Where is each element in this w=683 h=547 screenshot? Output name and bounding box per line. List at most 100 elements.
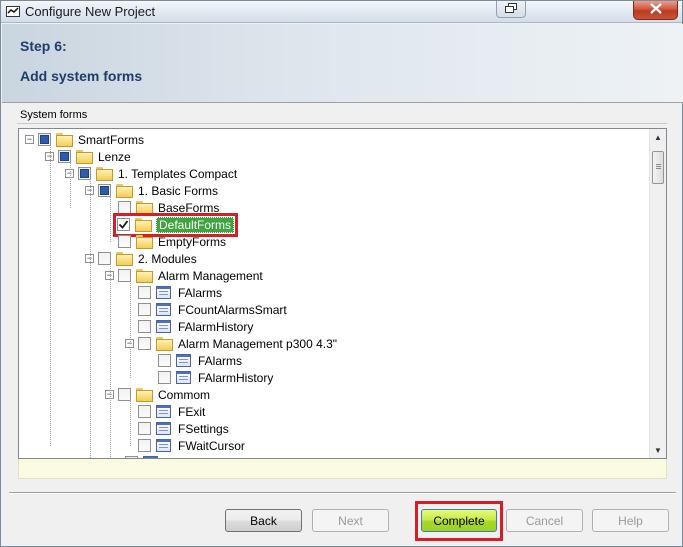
scroll-thumb[interactable] bbox=[652, 151, 664, 184]
tree-checkbox[interactable] bbox=[138, 439, 151, 452]
scroll-down-icon[interactable]: ▼ bbox=[650, 442, 666, 458]
window-title: Configure New Project bbox=[25, 4, 156, 19]
tree-node-label: 1. Basic Forms bbox=[138, 183, 219, 198]
tree-node-label: 1. Templates Compact bbox=[118, 166, 238, 181]
folder-icon bbox=[136, 388, 153, 402]
step-title: Step 6: bbox=[20, 38, 67, 54]
form-icon bbox=[156, 303, 171, 316]
tree-guide-line bbox=[130, 349, 131, 378]
tree-node-label: FAlarmHistory bbox=[198, 370, 274, 385]
cancel-button[interactable]: Cancel bbox=[506, 509, 583, 532]
tree-node-label: 2. Modules bbox=[138, 251, 197, 266]
folder-open-icon bbox=[135, 218, 152, 232]
tree-node[interactable]: FSettings bbox=[125, 420, 230, 437]
tree-checkbox[interactable] bbox=[138, 405, 151, 418]
tree-node[interactable]: −1. Basic Forms bbox=[85, 182, 219, 199]
tree-node-label: FCountAlarmsSmart bbox=[178, 302, 287, 317]
tree-node[interactable]: FAlarmHistory bbox=[145, 369, 274, 386]
tree-checkbox[interactable] bbox=[125, 456, 138, 458]
tree-node[interactable]: FCountAlarmsSmart bbox=[125, 301, 288, 318]
tree-node[interactable]: DefaultForms bbox=[105, 212, 239, 237]
tree-checkbox[interactable] bbox=[158, 354, 171, 367]
step-subtitle: Add system forms bbox=[20, 68, 143, 84]
tree-node-label: FAlarms bbox=[198, 353, 243, 368]
tree-node-label: FAlarmHistory bbox=[178, 319, 254, 334]
folder-icon bbox=[96, 167, 113, 181]
next-button[interactable]: Next bbox=[312, 509, 389, 532]
title-bar[interactable]: Configure New Project bbox=[1, 1, 682, 23]
close-button[interactable] bbox=[633, 1, 678, 20]
vertical-scrollbar[interactable]: ▲ ▼ bbox=[649, 129, 666, 458]
tree-node[interactable]: − Lenze bbox=[45, 148, 132, 165]
tree-node-label: Commom bbox=[158, 387, 211, 402]
tree-guide-line bbox=[110, 196, 111, 242]
tree-node-label: Lenze bbox=[98, 149, 131, 164]
tree-node-label: Alarm Management p300 4.3" bbox=[178, 336, 338, 351]
folder-icon bbox=[116, 184, 133, 198]
tree-node-label: EmptyForms bbox=[158, 234, 227, 249]
form-icon bbox=[176, 371, 191, 384]
tree-node-label: DefaultForms bbox=[156, 216, 235, 233]
tree-checkbox[interactable] bbox=[138, 337, 151, 350]
tree-node[interactable]: FWaitCursor bbox=[125, 437, 246, 454]
tree-checkbox[interactable] bbox=[138, 286, 151, 299]
tree-guide-line bbox=[110, 264, 111, 458]
tree-node-label: Alarm Management bbox=[158, 268, 263, 283]
tree-node-label: FExit bbox=[178, 404, 206, 419]
tree-node[interactable]: − Alarm Management p300 4.3" bbox=[125, 335, 338, 352]
folder-icon bbox=[136, 269, 153, 283]
system-forms-tree[interactable]: − SmartForms − Lenze − 1. Templates Compact −1… bbox=[18, 128, 667, 459]
form-icon bbox=[156, 320, 171, 333]
tree-node-label: FAlarms bbox=[178, 285, 223, 300]
tree-node[interactable]: − Commom bbox=[105, 386, 211, 403]
form-icon bbox=[176, 354, 191, 367]
back-button[interactable]: Back bbox=[225, 509, 302, 532]
tree-node-clipped bbox=[125, 454, 164, 458]
tree-checkbox[interactable] bbox=[138, 303, 151, 316]
separator bbox=[9, 492, 676, 494]
tree-guide-line bbox=[50, 145, 51, 446]
description-strip bbox=[18, 459, 667, 479]
form-icon bbox=[156, 286, 171, 299]
tree-checkbox[interactable] bbox=[138, 320, 151, 333]
tree-node-label: SmartForms bbox=[78, 132, 144, 147]
tree-checkbox[interactable] bbox=[117, 218, 130, 231]
tree-node[interactable]: FAlarmHistory bbox=[125, 318, 254, 335]
group-label: System forms bbox=[20, 109, 88, 121]
tree-checkbox[interactable] bbox=[138, 422, 151, 435]
tree-node[interactable]: FAlarms bbox=[125, 284, 223, 301]
tree-node[interactable]: FAlarms bbox=[145, 352, 243, 369]
tree-checkbox[interactable] bbox=[158, 371, 171, 384]
folder-icon bbox=[156, 337, 173, 351]
tree-checkbox[interactable] bbox=[118, 235, 131, 248]
form-icon bbox=[156, 439, 171, 452]
form-icon bbox=[143, 456, 158, 458]
tree-node[interactable]: − Alarm Management bbox=[105, 267, 264, 284]
tree-guide-line bbox=[130, 400, 131, 446]
tree-node[interactable]: EmptyForms bbox=[105, 233, 227, 250]
tree-guide-line bbox=[70, 162, 71, 208]
scroll-up-icon[interactable]: ▲ bbox=[650, 129, 666, 145]
tree-node[interactable]: −2. Modules bbox=[85, 250, 198, 267]
folder-icon bbox=[116, 252, 133, 266]
restore-icon bbox=[505, 2, 517, 16]
form-icon bbox=[156, 405, 171, 418]
tree-guide-line bbox=[90, 179, 91, 458]
folder-icon bbox=[76, 150, 93, 164]
tree-node[interactable]: − SmartForms bbox=[25, 131, 145, 148]
configure-project-window: Configure New Project Step 6: Add system… bbox=[0, 0, 683, 547]
app-icon[interactable] bbox=[6, 6, 20, 17]
collapse-icon[interactable]: − bbox=[25, 135, 34, 144]
close-icon bbox=[649, 3, 662, 17]
form-icon bbox=[156, 422, 171, 435]
folder-icon bbox=[56, 133, 73, 147]
folder-icon bbox=[136, 235, 153, 249]
wizard-header: Step 6: Add system forms bbox=[2, 24, 683, 103]
tree-viewport: − SmartForms − Lenze − 1. Templates Compact −1… bbox=[19, 129, 649, 458]
restore-button[interactable] bbox=[496, 1, 526, 18]
tree-node-label: FWaitCursor bbox=[178, 438, 245, 453]
tree-node[interactable]: FExit bbox=[125, 403, 206, 420]
complete-button[interactable]: Complete bbox=[421, 509, 497, 532]
help-button[interactable]: Help bbox=[592, 509, 669, 532]
tree-node-label: FSettings bbox=[178, 421, 229, 436]
